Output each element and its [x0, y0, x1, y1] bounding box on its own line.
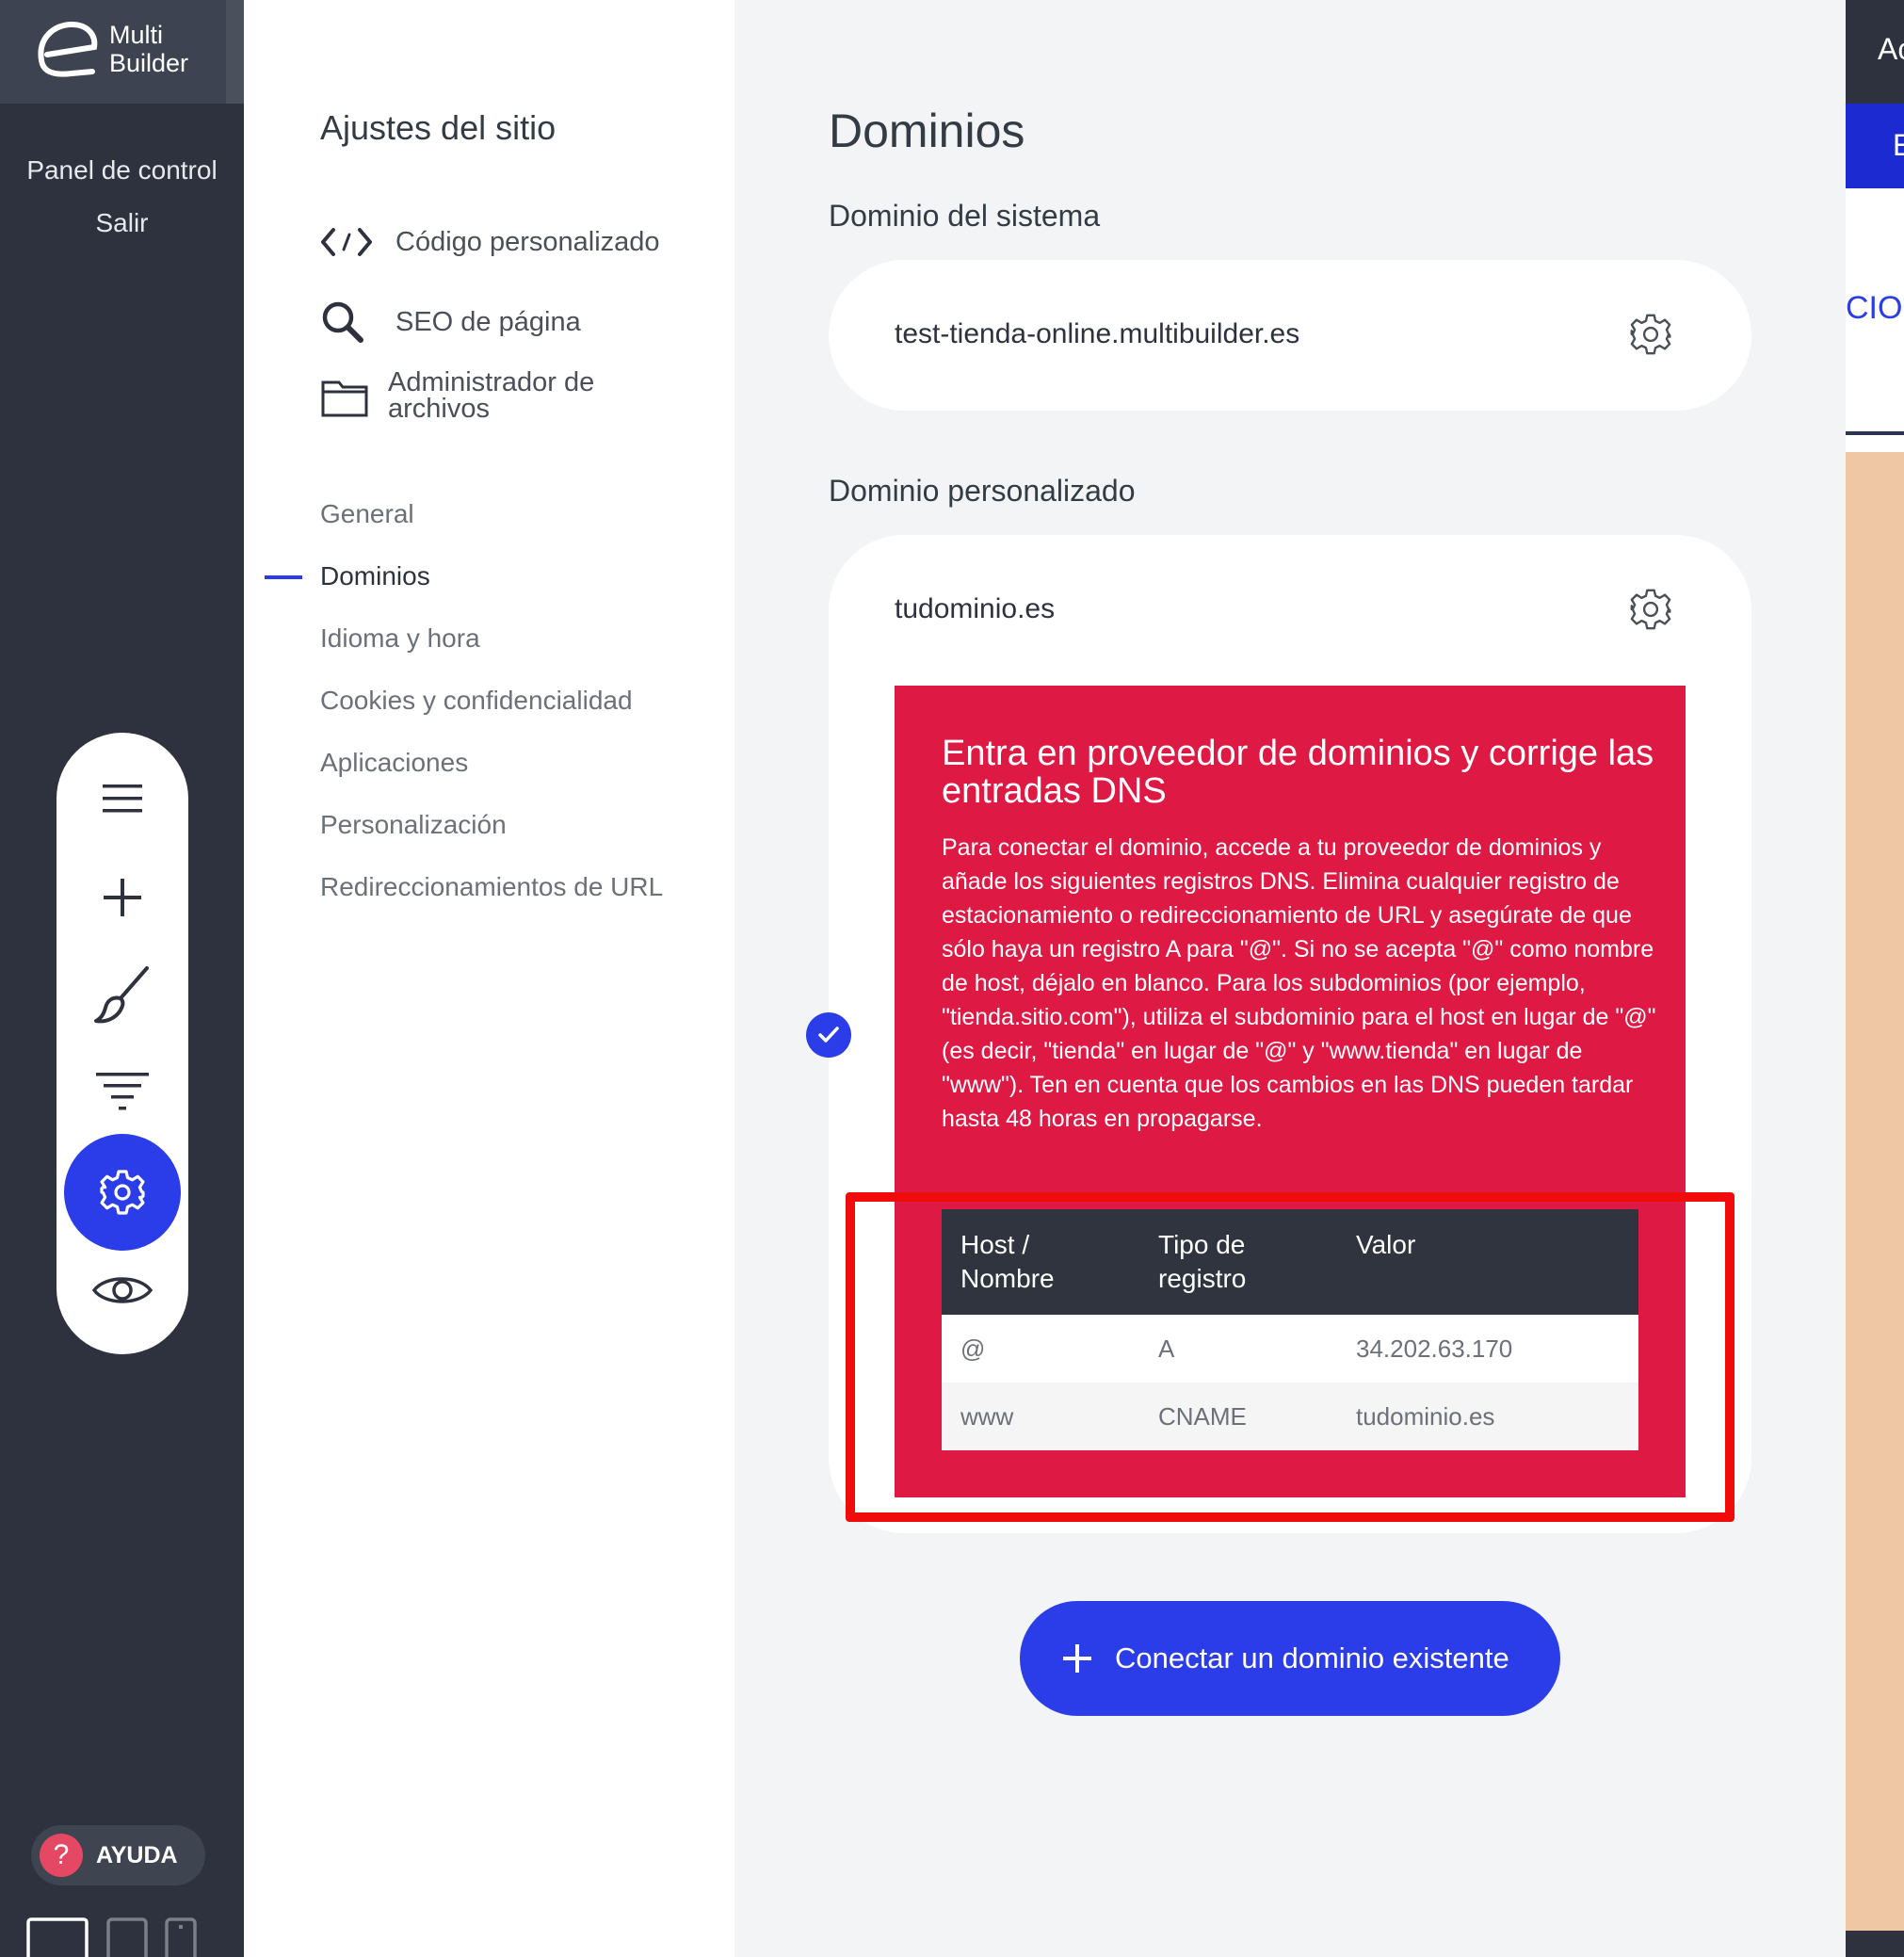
connect-domain-label: Conectar un dominio existente [1115, 1642, 1509, 1674]
checkmark-icon [818, 1027, 839, 1043]
settings-button[interactable] [64, 1134, 181, 1251]
custom-code-link[interactable]: Código personalizado [320, 226, 660, 258]
menu-button[interactable] [56, 752, 188, 846]
system-domain-value: test-tienda-online.multibuilder.es [895, 318, 1300, 349]
logo-divider [226, 0, 244, 104]
code-icon [320, 226, 375, 258]
eye-icon [92, 1277, 153, 1303]
dns-table-highlight [846, 1192, 1735, 1522]
help-button[interactable]: ? AYUDA [31, 1825, 205, 1885]
menu-icon [103, 784, 142, 813]
editor-toolbar [56, 733, 188, 1354]
custom-domain-heading: Dominio personalizado [829, 474, 1136, 508]
desktop-icon[interactable] [26, 1917, 89, 1957]
nav-item-cookies-privacy[interactable]: Cookies y confidencialidad [320, 686, 633, 716]
preview-section [1846, 452, 1904, 1931]
design-button[interactable] [56, 947, 188, 1042]
system-domain-settings-icon[interactable] [1629, 313, 1672, 356]
file-manager-link[interactable]: Administrador de archivos [320, 367, 633, 424]
nav-item-url-redirects[interactable]: Redireccionamientos de URL [320, 872, 663, 902]
settings-title: Ajustes del sitio [320, 108, 557, 147]
preview-footer [1846, 1931, 1904, 1957]
preview-heading: CIO [1846, 290, 1903, 326]
nav-item-apps[interactable]: Aplicaciones [320, 748, 468, 778]
nav-item-personalization[interactable]: Personalización [320, 810, 507, 840]
dns-alert-description: Para conectar el dominio, accede a tu pr… [942, 834, 1656, 1132]
brand-logo[interactable]: Multi Builder [0, 0, 226, 104]
page-title: Dominios [829, 105, 1025, 157]
file-manager-label: Administrador de archivos [388, 367, 595, 424]
system-domain-card: test-tienda-online.multibuilder.es [829, 260, 1751, 411]
page-seo-link[interactable]: SEO de página [320, 299, 581, 345]
system-domain-heading: Dominio del sistema [829, 199, 1101, 233]
brand-line-1: Multi [109, 21, 164, 49]
nav-item-domains[interactable]: Dominios [320, 561, 430, 591]
settings-nav: Ajustes del sitio Código personalizado S… [244, 0, 734, 1957]
app-sidebar: Multi Builder Panel de control Salir ? A… [0, 0, 244, 1957]
dns-alert-title: Entra en proveedor de dominios y corrige… [942, 734, 1654, 811]
help-icon: ? [40, 1834, 83, 1877]
brush-icon [94, 966, 149, 1024]
add-element-button[interactable] [56, 850, 188, 945]
search-icon [320, 299, 375, 345]
preview-banner: E [1846, 104, 1904, 188]
brand-name: Multi Builder [109, 21, 188, 77]
filter-button[interactable] [56, 1043, 188, 1138]
connect-domain-button[interactable]: Conectar un dominio existente [1020, 1601, 1560, 1716]
custom-domain-settings-icon[interactable] [1629, 588, 1672, 631]
preview-header: Ac [1846, 0, 1904, 104]
brand-line-2: Builder [109, 49, 189, 77]
preview-divider [1846, 431, 1904, 435]
help-label: AYUDA [96, 1841, 178, 1868]
logo-icon [38, 21, 98, 77]
nav-item-language-time[interactable]: Idioma y hora [320, 623, 480, 654]
plus-icon [1062, 1643, 1092, 1674]
preview-button[interactable] [56, 1243, 188, 1337]
site-preview: Ac E CIO [1846, 0, 1904, 1957]
gear-icon [100, 1170, 145, 1215]
domains-panel: Dominios Dominio del sistema test-tienda… [734, 0, 1846, 1957]
domain-selected-checkbox[interactable] [806, 1012, 851, 1058]
folder-icon [320, 369, 375, 418]
filter-icon [96, 1073, 149, 1110]
tablet-icon[interactable] [106, 1917, 148, 1957]
mobile-icon[interactable] [165, 1917, 197, 1957]
nav-item-general[interactable]: General [320, 499, 414, 529]
control-panel-link[interactable]: Panel de control [0, 155, 244, 186]
custom-domain-value: tudominio.es [895, 593, 1056, 624]
plus-icon [104, 879, 141, 916]
logout-link[interactable]: Salir [0, 208, 244, 238]
page-seo-label: SEO de página [395, 306, 581, 337]
active-nav-indicator [265, 575, 302, 579]
custom-code-label: Código personalizado [395, 226, 660, 257]
